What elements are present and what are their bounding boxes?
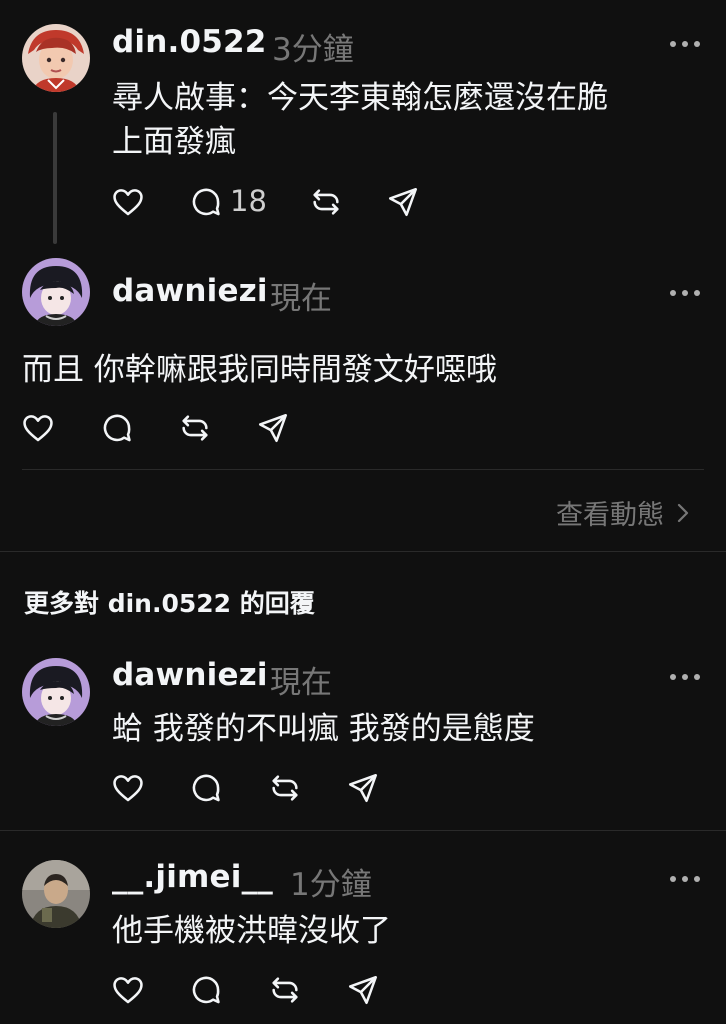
post-username[interactable]: dawniezi [112,273,268,309]
post-time: 3分鐘 [272,32,354,68]
more-icon[interactable] [670,288,700,298]
more-icon[interactable] [670,39,700,49]
comment-icon[interactable] [186,768,226,808]
view-activity-link[interactable]: 查看動態 [556,493,690,532]
reply-count: 18 [230,184,267,218]
view-activity-label: 查看動態 [556,500,664,531]
heart-icon[interactable] [108,182,148,222]
repost-icon[interactable] [306,182,346,222]
more-icon[interactable] [670,874,700,884]
comment-icon[interactable] [97,408,137,448]
section-title: 更多對 din.0522 的回覆 [24,589,315,618]
repost-icon[interactable] [175,408,215,448]
post-text: 尋人啟事：今天李東翰怎麼還沒在脆 [112,80,608,116]
divider [22,469,704,470]
repost-icon[interactable] [265,970,305,1010]
reply-text: 他手機被洪暐沒收了 [112,913,391,949]
heart-icon[interactable] [108,768,148,808]
heart-icon[interactable] [18,408,58,448]
divider [0,830,726,831]
avatar[interactable] [22,24,90,92]
share-icon[interactable] [253,408,293,448]
avatar[interactable] [22,658,90,726]
divider [0,551,726,552]
reply-username[interactable]: __.jimei__ [112,859,273,895]
post-username[interactable]: din.0522 [112,24,267,60]
reply-time: 現在 [270,665,332,701]
post-text: 而且 你幹嘛跟我同時間發文好噁哦 [22,352,497,388]
share-icon[interactable] [343,970,383,1010]
comment-icon[interactable] [186,970,226,1010]
comment-icon[interactable] [186,182,226,222]
reply-time: 1分鐘 [290,867,372,903]
heart-icon[interactable] [108,970,148,1010]
repost-icon[interactable] [265,768,305,808]
reply-username[interactable]: dawniezi [112,657,268,693]
post-text: 上面發瘋 [112,124,236,160]
thread-line [53,112,57,244]
post-time: 現在 [270,281,332,317]
avatar[interactable] [22,860,90,928]
reply-text: 蛤 我發的不叫瘋 我發的是態度 [112,711,535,747]
more-icon[interactable] [670,672,700,682]
share-icon[interactable] [343,768,383,808]
share-icon[interactable] [383,182,423,222]
avatar[interactable] [22,258,90,326]
chevron-right-icon [677,503,689,522]
